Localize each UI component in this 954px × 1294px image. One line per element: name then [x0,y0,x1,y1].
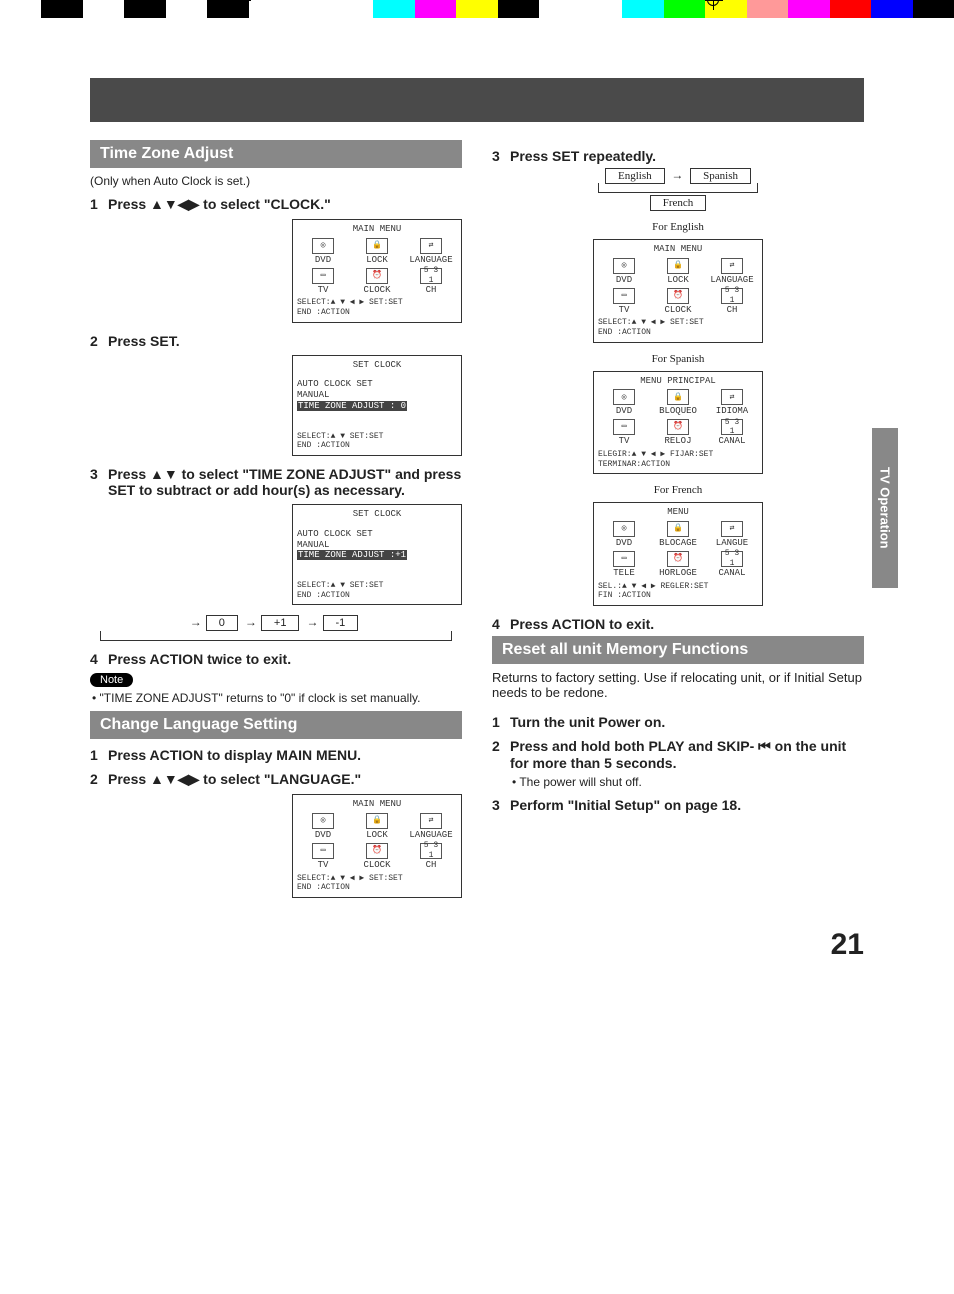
disc-icon: ◎ [312,813,334,829]
reset-intro: Returns to factory setting. Use if reloc… [492,670,864,700]
right-column: 3Press SET repeatedly. English → Spanish… [492,140,864,908]
osd-spanish: MENU PRINCIPAL ◎DVD 🔒BLOQUEO ⇄IDIOMA ▭TV… [593,371,763,475]
ch-icon: 5 3 1 [420,268,442,284]
osd-main-menu-1: MAIN MENU ◎DVD 🔒LOCK ⇄LANGUAGE ▭TV ⏰CLOC… [292,219,462,323]
reset-header: Reset all unit Memory Functions [492,636,864,664]
osd-french: MENU ◎DVD 🔒BLOCAGE ⇄LANGUE ▭TELE ⏰HORLOG… [593,502,763,606]
tv-icon: ▭ [312,268,334,284]
globe-icon: ⇄ [420,238,442,254]
clock-icon: ⏰ [366,843,388,859]
lang-step-1: 1Press ACTION to display MAIN MENU. [90,747,462,763]
tz-step-3: 3Press ▲▼ to select "TIME ZONE ADJUST" a… [90,466,462,498]
header-band [90,78,864,122]
disc-icon: ◎ [312,238,334,254]
lock-icon: 🔒 [366,813,388,829]
osd-set-clock-0: SET CLOCK AUTO CLOCK SET MANUAL TIME ZON… [292,355,462,456]
globe-icon: ⇄ [420,813,442,829]
lang-step-4: 4Press ACTION to exit. [492,616,864,632]
note-label: Note [90,673,133,687]
reset-step-1: 1Turn the unit Power on. [492,714,864,730]
caption-en: For English [492,221,864,233]
osd-main-menu-2: MAIN MENU ◎DVD 🔒LOCK ⇄LANGUAGE ▭TV ⏰CLOC… [292,794,462,898]
osd-set-clock-1: SET CLOCK AUTO CLOCK SET MANUAL TIME ZON… [292,504,462,605]
reset-step-3: 3Perform "Initial Setup" on page 18. [492,797,864,813]
color-bar-top [0,0,954,18]
side-tab: TV Operation [872,428,898,588]
tz-note-text: • "TIME ZONE ADJUST" returns to "0" if c… [90,691,462,705]
caption-es: For Spanish [492,353,864,365]
clock-icon: ⏰ [366,268,388,284]
lang-step-3: 3Press SET repeatedly. [492,148,864,164]
lang-cycle: English → Spanish French [492,168,864,211]
tz-step-2: 2Press SET. [90,333,462,349]
tz-header: Time Zone Adjust [90,140,462,168]
page-number: 21 [90,928,864,962]
lock-icon: 🔒 [366,238,388,254]
lang-header: Change Language Setting [90,711,462,739]
reset-step-2: 2Press and hold both PLAY and SKIP- ⏮ on… [492,738,864,771]
tz-step-1: 1Press ▲▼◀▶ to select "CLOCK." [90,196,462,213]
ch-icon: 5 3 1 [420,843,442,859]
tz-step-4: 4Press ACTION twice to exit. [90,651,462,667]
osd-english: MAIN MENU ◎DVD 🔒LOCK ⇄LANGUAGE ▭TV ⏰CLOC… [593,239,763,343]
left-column: Time Zone Adjust (Only when Auto Clock i… [90,140,462,908]
lang-step-2: 2Press ▲▼◀▶ to select "LANGUAGE." [90,771,462,788]
tz-only-note: (Only when Auto Clock is set.) [90,174,462,188]
tv-icon: ▭ [312,843,334,859]
caption-fr: For French [492,484,864,496]
reset-step-2-sub: • The power will shut off. [492,775,864,789]
tz-cycle: →0 →+1 →-1 [90,615,462,641]
